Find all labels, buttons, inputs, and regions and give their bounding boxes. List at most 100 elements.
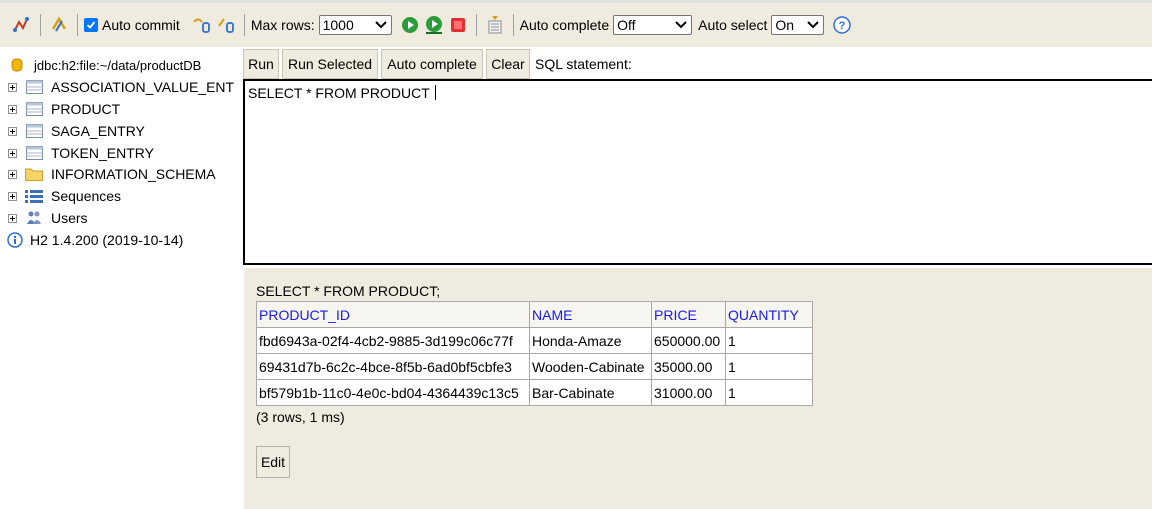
toolbar-separator xyxy=(243,14,245,36)
table-icon xyxy=(25,123,43,139)
auto-complete-select[interactable]: Off xyxy=(613,15,693,35)
folder-icon xyxy=(25,166,43,182)
tree-item-users[interactable]: Users xyxy=(0,207,88,229)
auto-commit-label: Auto commit xyxy=(102,17,180,33)
expand-icon[interactable] xyxy=(8,213,17,223)
info-icon xyxy=(6,232,24,248)
schema-tree: jdbc:h2:file:~/data/productDB ASSOCIATIO… xyxy=(0,47,243,509)
users-icon xyxy=(25,210,43,226)
expand-icon[interactable] xyxy=(8,148,17,158)
cell-quantity: 1 xyxy=(725,353,813,380)
history-icon[interactable] xyxy=(485,15,505,35)
column-header-name[interactable]: NAME xyxy=(529,301,652,328)
cell-name: Bar-Cabinate xyxy=(529,379,652,406)
toolbar-separator xyxy=(77,14,78,36)
auto-select-select[interactable]: On xyxy=(771,15,825,35)
connection-url: jdbc:h2:file:~/data/productDB xyxy=(34,57,202,73)
run-icon[interactable] xyxy=(400,15,420,35)
text-cursor xyxy=(435,85,437,100)
tree-item-label: PRODUCT xyxy=(51,101,121,117)
toolbar: Auto commit Max rows: 1000 Auto complete… xyxy=(0,0,1152,47)
tree-item-association-value-entry[interactable]: ASSOCIATION_VALUE_ENT xyxy=(0,76,234,98)
cell-quantity: 1 xyxy=(725,379,813,406)
expand-icon[interactable] xyxy=(8,191,17,201)
stop-icon[interactable] xyxy=(448,15,468,35)
tree-connection[interactable]: jdbc:h2:file:~/data/productDB xyxy=(0,54,201,76)
tree-item-label: TOKEN_ENTRY xyxy=(51,145,154,161)
expand-icon[interactable] xyxy=(8,126,17,136)
auto-select-label: Auto select xyxy=(698,17,768,33)
help-icon[interactable]: ? xyxy=(832,15,852,35)
tree-item-label: INFORMATION_SCHEMA xyxy=(51,166,216,182)
auto-complete-button[interactable]: Auto complete xyxy=(381,48,483,79)
table-row: fbd6943a-02f4-4cb2-9885-3d199c06c77f Hon… xyxy=(256,327,813,354)
rollback-icon[interactable] xyxy=(192,15,212,35)
table-icon xyxy=(25,79,43,95)
table-row: bf579b1b-11c0-4e0c-bd04-4364439c13c5 Bar… xyxy=(256,379,813,406)
sequences-icon xyxy=(25,188,43,204)
result-summary: (3 rows, 1 ms) xyxy=(256,409,345,425)
edit-button[interactable]: Edit xyxy=(256,446,290,478)
cell-product-id: bf579b1b-11c0-4e0c-bd04-4364439c13c5 xyxy=(256,379,530,406)
auto-select-value: On xyxy=(775,17,795,33)
tree-item-label: ASSOCIATION_VALUE_ENT xyxy=(51,79,235,95)
tree-item-label: SAGA_ENTRY xyxy=(51,123,145,139)
table-icon xyxy=(25,101,43,117)
cell-name: Honda-Amaze xyxy=(529,327,652,354)
run-selected-button[interactable]: Run Selected xyxy=(282,48,378,79)
table-header-row: PRODUCT_ID NAME PRICE QUANTITY xyxy=(256,301,813,328)
tree-item-information-schema[interactable]: INFORMATION_SCHEMA xyxy=(0,163,216,185)
run-button[interactable]: Run xyxy=(243,48,279,79)
result-table: PRODUCT_ID NAME PRICE QUANTITY fbd6943a-… xyxy=(256,301,813,406)
cell-product-id: 69431d7b-6c2c-4bce-8f5b-6ad0bf5cbfe3 xyxy=(256,353,530,380)
version-label: H2 1.4.200 (2019-10-14) xyxy=(30,232,184,248)
tree-version: H2 1.4.200 (2019-10-14) xyxy=(0,229,183,251)
disconnect-icon[interactable] xyxy=(12,15,32,35)
tree-item-product[interactable]: PRODUCT xyxy=(0,98,120,120)
auto-complete-label: Auto complete xyxy=(519,17,610,33)
max-rows-select[interactable]: 1000 xyxy=(318,15,392,35)
expand-icon[interactable] xyxy=(8,104,17,114)
cell-name: Wooden-Cabinate xyxy=(529,353,652,380)
svg-text:?: ? xyxy=(839,20,846,32)
sql-editor[interactable]: SELECT * FROM PRODUCT xyxy=(243,79,1152,265)
chevron-down-icon xyxy=(374,21,387,29)
max-rows-label: Max rows: xyxy=(250,17,315,33)
cell-price: 31000.00 xyxy=(651,379,726,406)
column-header-price[interactable]: PRICE xyxy=(651,301,726,328)
toolbar-separator xyxy=(475,14,477,36)
cell-price: 35000.00 xyxy=(651,353,726,380)
table-row: 69431d7b-6c2c-4bce-8f5b-6ad0bf5cbfe3 Woo… xyxy=(256,353,813,380)
column-header-quantity[interactable]: QUANTITY xyxy=(725,301,813,328)
column-header-product-id[interactable]: PRODUCT_ID xyxy=(256,301,530,328)
cell-quantity: 1 xyxy=(725,327,813,354)
sql-editor-text: SELECT * FROM PRODUCT xyxy=(248,85,434,101)
tree-item-label: Users xyxy=(51,210,88,226)
result-panel: SELECT * FROM PRODUCT; PRODUCT_ID NAME P… xyxy=(244,268,1152,509)
max-rows-value: 1000 xyxy=(322,17,354,33)
toolbar-separator xyxy=(512,14,514,36)
result-query: SELECT * FROM PRODUCT; xyxy=(256,283,441,299)
database-icon xyxy=(8,57,26,73)
commit-icon[interactable] xyxy=(216,15,236,35)
sql-statement-label: SQL statement: xyxy=(535,55,632,72)
cell-product-id: fbd6943a-02f4-4cb2-9885-3d199c06c77f xyxy=(256,327,530,354)
cell-price: 650000.00 xyxy=(651,327,726,354)
table-icon xyxy=(25,145,43,161)
chevron-down-icon xyxy=(675,21,687,29)
chevron-down-icon xyxy=(807,21,820,29)
refresh-icon[interactable] xyxy=(49,15,69,35)
checkbox-checked-icon[interactable] xyxy=(84,18,98,32)
auto-commit-checkbox[interactable]: Auto commit xyxy=(84,17,184,33)
tree-item-saga-entry[interactable]: SAGA_ENTRY xyxy=(0,120,145,142)
query-button-bar: Run Run Selected Auto complete Clear SQL… xyxy=(243,47,1152,80)
toolbar-separator xyxy=(40,14,41,36)
tree-item-sequences[interactable]: Sequences xyxy=(0,185,121,207)
auto-complete-value: Off xyxy=(617,17,636,33)
run-selected-icon[interactable] xyxy=(424,15,444,35)
expand-icon[interactable] xyxy=(8,169,17,179)
clear-button[interactable]: Clear xyxy=(486,48,530,79)
tree-item-label: Sequences xyxy=(51,188,122,204)
tree-item-token-entry[interactable]: TOKEN_ENTRY xyxy=(0,142,154,164)
expand-icon[interactable] xyxy=(8,82,17,92)
